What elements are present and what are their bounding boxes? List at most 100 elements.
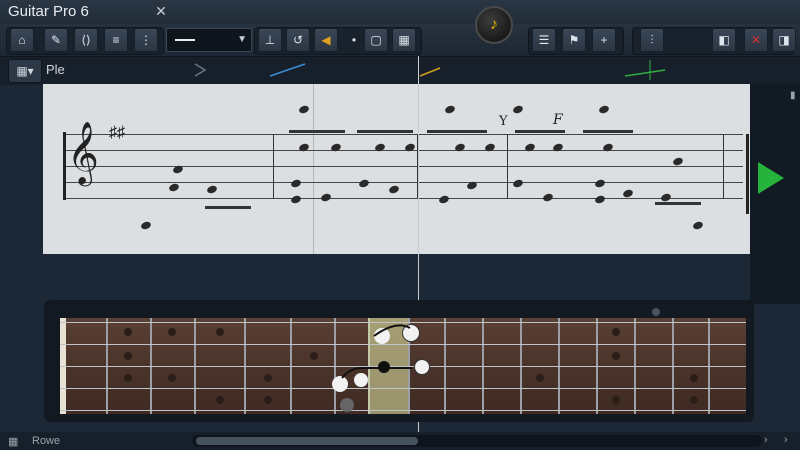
loop-button[interactable]: ↺	[286, 28, 310, 52]
fret-marker	[690, 374, 698, 382]
fret-marker	[168, 374, 176, 382]
close-window-button[interactable]: ✕	[144, 0, 178, 22]
fret-marker	[690, 396, 698, 404]
grid-small-icon[interactable]: ▦	[8, 435, 18, 448]
score-sheet[interactable]: 𝄞 ♯♯ F Y	[43, 84, 755, 254]
fret-marker	[612, 396, 620, 404]
string	[60, 410, 746, 411]
menu-button[interactable]: ☰	[532, 28, 556, 52]
close-panel-button[interactable]: ✕	[744, 28, 768, 52]
fret-marker	[264, 374, 272, 382]
logo-icon[interactable]: ♪	[475, 6, 513, 44]
angle-icon: ⟨⟩	[81, 33, 91, 47]
home-button[interactable]: ⌂	[10, 28, 34, 52]
menu-icon: ☰	[538, 33, 550, 47]
note[interactable]	[206, 184, 218, 195]
note[interactable]	[660, 192, 672, 203]
note[interactable]	[512, 104, 524, 115]
angle-button[interactable]: ⟨⟩	[74, 28, 98, 52]
fret-marker	[612, 328, 620, 336]
note[interactable]	[622, 188, 634, 199]
scrollbar-thumb[interactable]	[196, 437, 418, 445]
play-icon[interactable]	[758, 162, 784, 194]
note[interactable]	[388, 184, 400, 195]
note[interactable]	[168, 182, 180, 193]
beam	[289, 130, 345, 133]
tuner-button[interactable]: ⫶	[640, 28, 664, 52]
main-toolbar: ⌂ ✎ ⟨⟩ ≡ ⋮ ▼ ⊥ ↺ ◀ • ▢ ▦ ☰ ⚑ + ⫶ ◧ ✕ ◨	[0, 24, 800, 56]
barline	[723, 134, 724, 198]
note[interactable]	[290, 178, 302, 189]
treble-clef-icon: 𝄞	[67, 121, 99, 184]
layout-button[interactable]: ▦	[392, 28, 416, 52]
beam	[357, 130, 413, 133]
panel2-icon: ◨	[778, 33, 790, 47]
edit-button[interactable]: ✎	[44, 28, 68, 52]
fret-marker	[124, 328, 132, 336]
panels-button[interactable]: ◧	[712, 28, 736, 52]
fret-marker	[310, 352, 318, 360]
note[interactable]	[598, 104, 610, 115]
barline	[273, 134, 274, 198]
note[interactable]	[444, 104, 456, 115]
note[interactable]	[594, 194, 606, 205]
panel-collapse-icon[interactable]: ▮	[790, 90, 798, 106]
plus-icon: +	[600, 33, 608, 47]
add-button[interactable]: +	[592, 28, 616, 52]
chord-symbol: F	[553, 112, 563, 128]
note[interactable]	[672, 156, 684, 167]
beam	[205, 206, 251, 209]
note[interactable]	[692, 220, 704, 231]
barline-end	[746, 134, 749, 214]
note[interactable]	[358, 178, 370, 189]
marking: Y	[499, 114, 508, 129]
tuner-icon: ⫶	[650, 32, 654, 47]
barline	[507, 134, 508, 198]
pencil-icon: ✎	[50, 33, 62, 47]
chevron-right-icon[interactable]: ›	[784, 434, 788, 446]
staff-line	[63, 166, 743, 167]
loop-icon: ↺	[292, 33, 304, 47]
line-style-select[interactable]: ▼	[166, 28, 252, 52]
note[interactable]	[594, 178, 606, 189]
flag-button[interactable]: ⚑	[562, 28, 586, 52]
fret-marker	[124, 374, 132, 382]
panel2-button[interactable]: ◨	[772, 28, 796, 52]
panels-icon: ◧	[718, 33, 730, 47]
dot-button[interactable]: •	[342, 28, 366, 52]
note[interactable]	[140, 220, 152, 231]
fret-marker	[652, 308, 660, 316]
note[interactable]	[290, 194, 302, 205]
note[interactable]	[320, 192, 332, 203]
line-sample	[175, 39, 195, 41]
staff-line	[63, 198, 743, 199]
beam	[583, 130, 633, 133]
note[interactable]	[512, 178, 524, 189]
staff-line	[63, 134, 743, 135]
title-bar: Guitar Pro 6 ✕	[0, 0, 800, 24]
flag-icon: ⚑	[568, 33, 580, 47]
note[interactable]	[438, 194, 450, 205]
list2-button[interactable]: ⋮	[134, 28, 158, 52]
speaker-button[interactable]: ◀	[314, 28, 338, 52]
fret-marker	[124, 352, 132, 360]
fret-marker	[216, 328, 224, 336]
beam	[515, 130, 565, 133]
finger-dot[interactable]	[340, 398, 354, 412]
barline-start	[63, 132, 66, 200]
chevron-right-icon[interactable]: ›	[764, 434, 768, 446]
chevron-down-icon: ▼	[237, 34, 247, 45]
list-button[interactable]: ≡	[104, 28, 128, 52]
list2-icon: ⋮	[140, 33, 152, 47]
window-button[interactable]: ▢	[364, 28, 388, 52]
fret-marker	[536, 374, 544, 382]
note[interactable]	[298, 104, 310, 115]
beam	[427, 130, 487, 133]
fret-marker	[216, 396, 224, 404]
stamp-button[interactable]: ⊥	[258, 28, 282, 52]
stamp-icon: ⊥	[264, 33, 276, 47]
close-icon: ✕	[750, 33, 762, 47]
horizontal-scrollbar[interactable]	[192, 435, 762, 447]
track-automation-lines	[194, 60, 666, 80]
note[interactable]	[542, 192, 554, 203]
